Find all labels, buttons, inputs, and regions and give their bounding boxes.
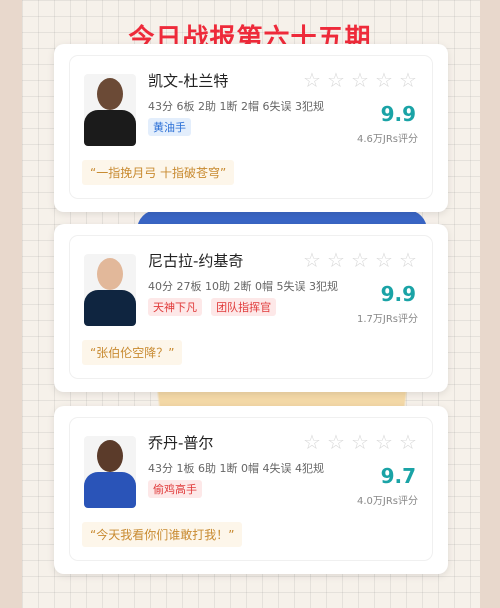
player-stats: 43分 6板 2助 1断 2帽 6失误 3犯规 — [148, 100, 324, 113]
avatar-jersey — [84, 290, 136, 326]
star-outline-icon[interactable]: ☆ — [350, 250, 370, 270]
rating-count: 4.0万JRs评分 — [356, 496, 418, 507]
star-outline-icon[interactable]: ☆ — [374, 250, 394, 270]
star-outline-icon[interactable]: ☆ — [350, 70, 370, 90]
player-quote: “张伯伦空降？” — [82, 340, 183, 365]
avatar-head — [97, 258, 123, 290]
rating-count: 1.7万JRs评分 — [356, 314, 418, 325]
avatar — [84, 436, 136, 508]
player-score: 9.9 — [380, 282, 416, 306]
player-card[interactable]: 尼古拉-约基奇 40分 27板 10助 2断 0帽 5失误 3犯规 天神下凡 团… — [54, 224, 448, 392]
player-name: 尼古拉-约基奇 — [148, 252, 244, 270]
star-outline-icon[interactable]: ☆ — [326, 250, 346, 270]
star-outline-icon[interactable]: ☆ — [398, 250, 418, 270]
player-card[interactable]: 乔丹-普尔 43分 1板 6助 1断 0帽 4失误 4犯规 偷鸡高手 ☆ ☆ ☆… — [54, 406, 448, 574]
star-outline-icon[interactable]: ☆ — [398, 432, 418, 452]
player-card[interactable]: 凯文-杜兰特 43分 6板 2助 1断 2帽 6失误 3犯规 黄油手 ☆ ☆ ☆… — [54, 44, 448, 212]
avatar-jersey — [84, 110, 136, 146]
player-stats: 40分 27板 10助 2断 0帽 5失误 3犯规 — [148, 280, 338, 293]
avatar — [84, 74, 136, 146]
star-outline-icon[interactable]: ☆ — [326, 70, 346, 90]
player-tags: 偷鸡高手 — [148, 478, 206, 498]
player-tags: 天神下凡 团队指挥官 — [148, 296, 280, 316]
player-stats: 43分 1板 6助 1断 0帽 4失误 4犯规 — [148, 462, 324, 475]
player-tag: 偷鸡高手 — [148, 480, 202, 498]
avatar-head — [97, 78, 123, 110]
star-outline-icon[interactable]: ☆ — [398, 70, 418, 90]
player-tags: 黄油手 — [148, 116, 195, 136]
star-outline-icon[interactable]: ☆ — [326, 432, 346, 452]
avatar-head — [97, 440, 123, 472]
player-quote: “今天我看你们谁敢打我！” — [82, 522, 243, 547]
avatar-jersey — [84, 472, 136, 508]
avatar — [84, 254, 136, 326]
rating-stars[interactable]: ☆ ☆ ☆ ☆ ☆ — [302, 250, 418, 270]
player-quote: “一指挽月弓 十指破苍穹” — [82, 160, 235, 185]
player-name: 凯文-杜兰特 — [148, 72, 229, 90]
star-outline-icon[interactable]: ☆ — [302, 432, 322, 452]
star-outline-icon[interactable]: ☆ — [374, 70, 394, 90]
star-outline-icon[interactable]: ☆ — [302, 250, 322, 270]
player-score: 9.7 — [380, 464, 416, 488]
player-tag: 团队指挥官 — [211, 298, 277, 316]
star-outline-icon[interactable]: ☆ — [302, 70, 322, 90]
player-score: 9.9 — [380, 102, 416, 126]
player-tag: 黄油手 — [148, 118, 191, 136]
star-outline-icon[interactable]: ☆ — [350, 432, 370, 452]
rating-stars[interactable]: ☆ ☆ ☆ ☆ ☆ — [302, 70, 418, 90]
star-outline-icon[interactable]: ☆ — [374, 432, 394, 452]
player-name: 乔丹-普尔 — [148, 434, 214, 452]
rating-stars[interactable]: ☆ ☆ ☆ ☆ ☆ — [302, 432, 418, 452]
rating-count: 4.6万JRs评分 — [356, 134, 418, 145]
player-tag: 天神下凡 — [148, 298, 202, 316]
